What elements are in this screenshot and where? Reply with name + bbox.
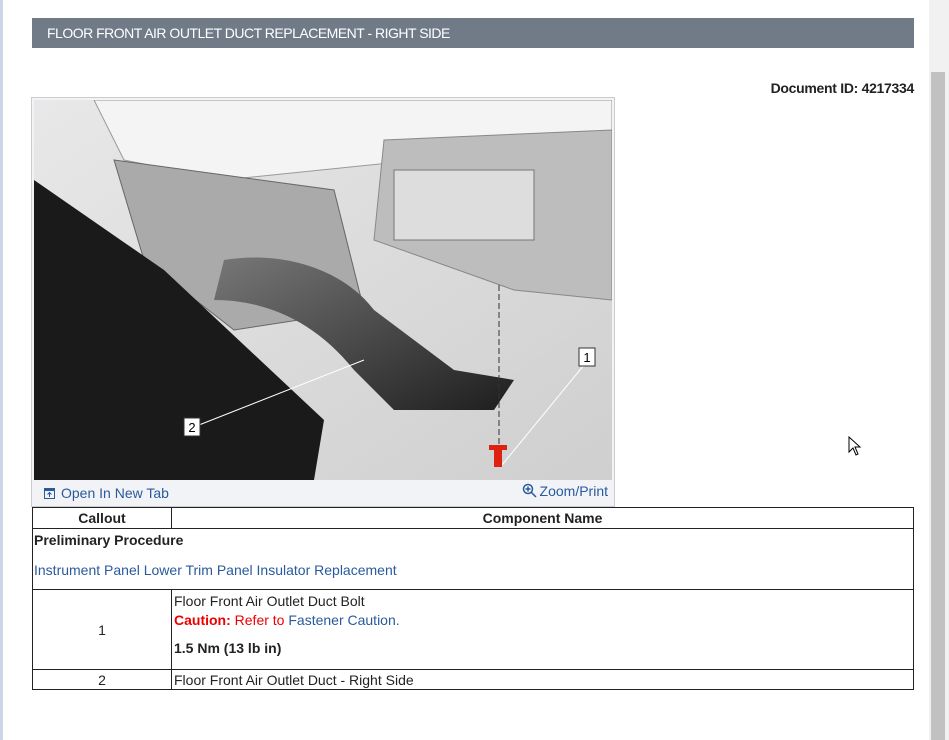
open-tab-icon bbox=[44, 487, 55, 499]
zoom-in-icon bbox=[522, 483, 537, 498]
duct-illustration[interactable]: 1 2 bbox=[34, 100, 612, 480]
caution-note: Caution: Refer to Fastener Caution. bbox=[174, 612, 911, 628]
page-title: FLOOR FRONT AIR OUTLET DUCT REPLACEMENT … bbox=[32, 18, 914, 48]
callout-label-2: 2 bbox=[188, 420, 195, 435]
zoom-print-link[interactable]: Zoom/Print bbox=[522, 483, 608, 499]
open-in-new-tab-link[interactable]: Open In New Tab bbox=[44, 485, 169, 501]
preliminary-row: Preliminary Procedure Instrument Panel L… bbox=[32, 528, 914, 590]
document-id: Document ID: 4217334 bbox=[770, 80, 915, 96]
table-row: 2 Floor Front Air Outlet Duct - Right Si… bbox=[32, 669, 914, 690]
window-edge bbox=[0, 0, 3, 740]
open-in-new-tab-label: Open In New Tab bbox=[61, 485, 169, 501]
table-row: 1 Floor Front Air Outlet Duct Bolt Cauti… bbox=[32, 589, 914, 670]
column-header-callout: Callout bbox=[32, 507, 172, 529]
fastener-caution-link[interactable]: Fastener Caution. bbox=[288, 612, 399, 628]
component-name: Floor Front Air Outlet Duct - Right Side bbox=[171, 669, 914, 690]
component-name: Floor Front Air Outlet Duct Bolt bbox=[174, 593, 365, 609]
figure-toolbar: Open In New Tab Zoom/Print bbox=[32, 480, 614, 506]
callout-cell: 1 bbox=[32, 589, 172, 670]
column-header-component-name: Component Name bbox=[171, 507, 914, 529]
zoom-print-label: Zoom/Print bbox=[539, 483, 608, 499]
caution-text: Refer to bbox=[234, 612, 285, 628]
scrollbar-thumb[interactable] bbox=[931, 72, 945, 740]
torque-spec: 1.5 Nm (13 lb in) bbox=[174, 640, 282, 656]
preliminary-procedure-title: Preliminary Procedure bbox=[34, 532, 184, 548]
caution-label: Caution: bbox=[174, 612, 231, 628]
mouse-cursor-icon bbox=[848, 436, 862, 456]
illustration-figure: 1 2 Open In New Tab Zoom/Print bbox=[31, 97, 615, 507]
callout-cell: 2 bbox=[32, 669, 172, 690]
callout-label-1: 1 bbox=[583, 350, 590, 365]
components-table: Callout Component Name Preliminary Proce… bbox=[32, 507, 914, 690]
preliminary-procedure-link[interactable]: Instrument Panel Lower Trim Panel Insula… bbox=[34, 562, 912, 578]
